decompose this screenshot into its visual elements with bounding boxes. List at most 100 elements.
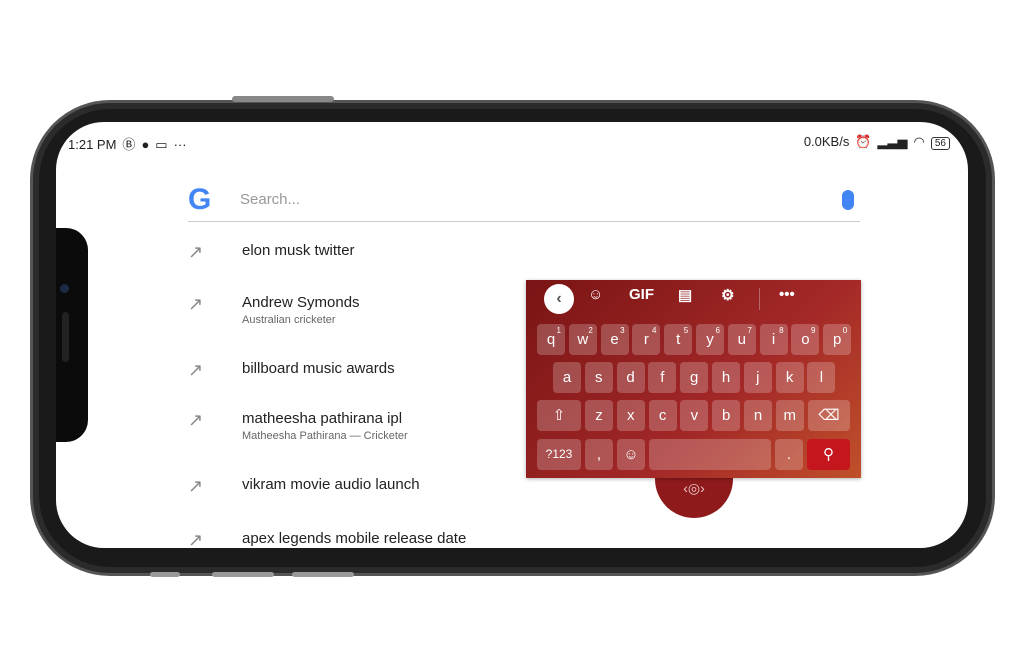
- status-bar: 1:21 PM Ⓑ ● ▭ ··· 0.0KB/s ⏰ ▂▃▅ ◠ 56: [68, 134, 956, 153]
- key-hint: 0: [842, 326, 848, 335]
- suggestion-item[interactable]: ↗ vikram movie audio launch: [188, 476, 420, 497]
- key-u[interactable]: 7u: [727, 324, 756, 355]
- shift-key[interactable]: ⇧: [537, 400, 581, 431]
- period-key[interactable]: .: [775, 439, 803, 470]
- key-j[interactable]: j: [743, 362, 772, 393]
- signal-icon: ▂▃▅: [877, 134, 908, 149]
- suggestion-item[interactable]: ↗ matheesha pathirana ipl Matheesha Pathir…: [188, 410, 408, 442]
- key-hint: 6: [715, 326, 720, 335]
- suggestion-title: vikram movie audio launch: [242, 476, 420, 493]
- key-d[interactable]: d: [616, 362, 645, 393]
- trending-icon: ↗: [188, 476, 204, 496]
- wifi-icon: ◠: [913, 134, 925, 149]
- key-hint: 5: [683, 326, 689, 335]
- key-label: q: [546, 331, 556, 348]
- move-icon: ‹◎›: [683, 480, 705, 496]
- key-c[interactable]: c: [648, 400, 677, 431]
- key-w[interactable]: 2w: [568, 324, 597, 355]
- alarm-icon: ⏰: [855, 134, 872, 149]
- key-label: t: [676, 331, 681, 348]
- keyboard-icon: ▭: [155, 137, 168, 152]
- key-l[interactable]: l: [807, 362, 836, 393]
- suggestion-item[interactable]: ↗ Andrew Symonds Australian cricketer: [188, 294, 360, 326]
- key-hint: 8: [779, 326, 784, 335]
- comma-key[interactable]: ,: [585, 439, 613, 470]
- suggestion-title: elon musk twitter: [242, 242, 355, 259]
- key-hint: 7: [747, 326, 752, 335]
- key-p[interactable]: 0p: [823, 324, 852, 355]
- suggestion-title: billboard music awards: [242, 360, 395, 377]
- search-input[interactable]: Search...: [240, 191, 842, 208]
- key-e[interactable]: 3e: [600, 324, 629, 355]
- sticker-icon[interactable]: ☺: [588, 286, 603, 303]
- volume-down-button: [212, 572, 274, 577]
- key-k[interactable]: k: [775, 362, 804, 393]
- settings-icon[interactable]: ⚙: [721, 286, 734, 304]
- key-q[interactable]: 1q: [537, 324, 565, 355]
- back-icon[interactable]: ‹: [544, 284, 574, 314]
- power-button: [232, 96, 334, 102]
- clock: 1:21 PM: [68, 137, 117, 152]
- suggestion-title: matheesha pathirana ipl: [242, 410, 403, 427]
- key-label: y: [706, 331, 714, 348]
- suggestion-item[interactable]: ↗ elon musk twitter: [188, 242, 355, 263]
- key-t[interactable]: 5t: [664, 324, 693, 355]
- key-label: w: [577, 331, 589, 348]
- key-v[interactable]: v: [680, 400, 709, 431]
- key-y[interactable]: 6y: [696, 324, 724, 355]
- trending-icon: ↗: [188, 410, 204, 430]
- key-x[interactable]: x: [616, 400, 645, 431]
- key-h[interactable]: h: [712, 362, 740, 393]
- clipboard-icon[interactable]: ▤: [678, 286, 692, 304]
- key-label: r: [643, 331, 649, 348]
- trending-icon: ↗: [188, 242, 204, 262]
- key-hint: 3: [620, 326, 625, 335]
- trending-icon: ↗: [188, 530, 204, 548]
- key-hint: 9: [810, 326, 816, 335]
- mic-icon[interactable]: [842, 189, 854, 210]
- more-icon: ···: [173, 137, 187, 152]
- search-bar[interactable]: G Search...: [188, 178, 860, 222]
- key-o[interactable]: 9o: [791, 324, 820, 355]
- suggestion-subtitle: Australian cricketer: [242, 314, 336, 326]
- battery-icon: 56: [930, 137, 950, 150]
- key-label: i: [771, 331, 776, 348]
- key-f[interactable]: f: [648, 362, 677, 393]
- key-i[interactable]: 8i: [759, 324, 788, 355]
- key-g[interactable]: g: [680, 362, 709, 393]
- key-n[interactable]: n: [744, 400, 772, 431]
- gif-button[interactable]: GIF: [629, 286, 654, 303]
- numbers-key[interactable]: ?123: [537, 439, 581, 470]
- key-label: u: [737, 331, 746, 348]
- suggestion-item[interactable]: ↗ apex legends mobile release date: [188, 530, 466, 548]
- floating-keyboard: ‹ ☺ GIF ▤ ⚙ ••• 1q2w3e4r5t6y7u8i9o0pasdf…: [526, 280, 861, 478]
- space-key[interactable]: [649, 439, 771, 470]
- key-hint: 4: [651, 326, 657, 335]
- key-hint: 2: [588, 326, 593, 335]
- side-button: [150, 572, 180, 577]
- key-m[interactable]: m: [775, 400, 804, 431]
- front-camera: [60, 284, 69, 293]
- suggestion-subtitle: Matheesha Pathirana — Cricketer: [242, 430, 408, 442]
- key-z[interactable]: z: [585, 400, 613, 431]
- volume-up-button: [292, 572, 354, 577]
- key-a[interactable]: a: [553, 362, 581, 393]
- key-s[interactable]: s: [584, 362, 613, 393]
- more-icon[interactable]: •••: [779, 286, 795, 303]
- speaker: [62, 312, 69, 362]
- key-r[interactable]: 4r: [632, 324, 661, 355]
- search-key[interactable]: ⚲: [807, 439, 850, 470]
- backspace-key[interactable]: ⌫: [808, 400, 850, 431]
- messenger-icon: ●: [141, 137, 150, 152]
- key-label: o: [801, 331, 810, 348]
- trending-icon: ↗: [188, 360, 204, 380]
- emoji-key[interactable]: ☺: [617, 439, 645, 470]
- suggestion-title: Andrew Symonds: [242, 294, 360, 311]
- key-label: e: [610, 331, 619, 348]
- divider: [759, 288, 760, 310]
- google-logo: G: [188, 182, 212, 216]
- key-b[interactable]: b: [712, 400, 741, 431]
- suggestion-item[interactable]: ↗ billboard music awards: [188, 360, 395, 381]
- trending-icon: ↗: [188, 294, 204, 314]
- notch: [56, 228, 88, 442]
